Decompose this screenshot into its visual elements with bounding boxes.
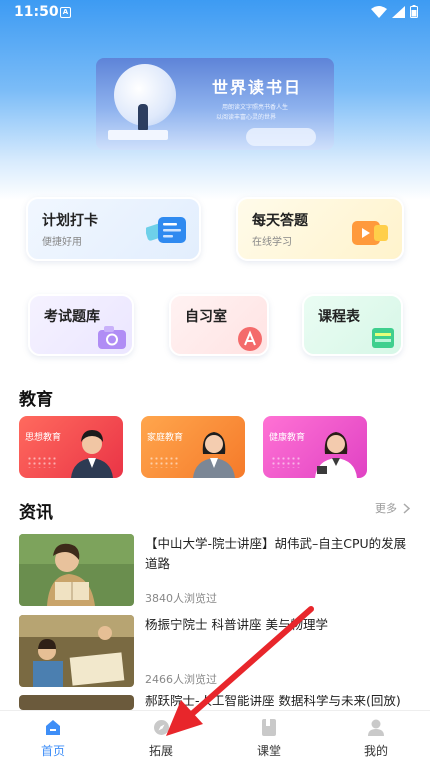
education-card-label: 健康教育 xyxy=(269,433,306,443)
reader-illustration xyxy=(138,104,148,130)
plan-checkin-card[interactable]: 计划打卡 便捷好用 xyxy=(26,197,201,261)
user-icon xyxy=(368,719,384,736)
camera-card-icon xyxy=(98,326,126,349)
news-view-count: 2466人浏览过 xyxy=(145,673,217,686)
video-card-icon xyxy=(352,221,388,245)
daily-quiz-subtitle: 在线学习 xyxy=(252,237,292,248)
nav-home[interactable]: 首页 xyxy=(23,719,83,759)
nav-classroom-label: 课堂 xyxy=(256,744,281,758)
news-title: 【中山大学-院士讲座】胡伟武–自主CPU的发展道路 xyxy=(145,536,407,571)
nav-home-label: 首页 xyxy=(40,744,65,758)
daily-quiz-card[interactable]: 每天答题 在线学习 xyxy=(236,197,404,261)
plan-checkin-title: 计划打卡 xyxy=(42,213,98,229)
dot-pattern xyxy=(271,456,301,468)
exam-bank-title: 考试题库 xyxy=(44,309,100,325)
daily-quiz-title: 每天答题 xyxy=(252,213,308,229)
notification-a-icon: A xyxy=(60,7,71,18)
news-view-count: 3840人浏览过 xyxy=(145,592,217,605)
status-time: 11:50 xyxy=(14,4,59,20)
study-room-card[interactable]: 自习室 xyxy=(169,294,269,356)
news-thumbnail xyxy=(19,695,134,710)
banner-subtitle-2: 以阅读丰富心灵的世界 xyxy=(216,114,277,121)
more-label: 更多 xyxy=(375,502,397,515)
wifi-icon xyxy=(371,5,387,18)
news-item[interactable]: 杨振宁院士 科普讲座 美与物理学 2466人浏览过 xyxy=(19,615,411,691)
timetable-card[interactable]: 课程表 xyxy=(302,294,403,356)
calendar-card-icon xyxy=(146,217,186,243)
dot-pattern xyxy=(27,456,57,468)
book-icon xyxy=(262,719,276,736)
plan-checkin-subtitle: 便捷好用 xyxy=(42,237,82,248)
education-section-title: 教育 xyxy=(19,390,53,410)
nav-explore-label: 拓展 xyxy=(148,744,173,758)
promo-banner[interactable]: 世界读书日 用朗读文字照亮书香人生 以阅读丰富心灵的世界 xyxy=(96,58,334,150)
news-item[interactable]: 郝跃院士-人工智能讲座 数据科学与未来(回放) xyxy=(19,695,411,710)
education-card-health[interactable]: 健康教育 xyxy=(263,416,367,478)
teacher-portrait xyxy=(71,430,113,478)
timetable-card-icon xyxy=(372,328,394,348)
compass-icon xyxy=(153,720,169,735)
exam-bank-card[interactable]: 考试题库 xyxy=(28,294,134,356)
battery-icon xyxy=(410,5,418,18)
teacher-portrait xyxy=(193,432,235,478)
news-thumbnail xyxy=(19,615,134,687)
timetable-title: 课程表 xyxy=(318,309,360,325)
study-room-title: 自习室 xyxy=(185,309,227,325)
nav-classroom[interactable]: 课堂 xyxy=(239,719,299,759)
bottom-navigation: 首页 拓展 课堂 我的 xyxy=(0,710,430,766)
books-illustration xyxy=(108,130,168,140)
dot-pattern xyxy=(149,456,179,468)
news-section-title: 资讯 xyxy=(19,503,53,523)
nav-profile[interactable]: 我的 xyxy=(346,719,406,759)
news-item[interactable]: 【中山大学-院士讲座】胡伟武–自主CPU的发展道路 3840人浏览过 xyxy=(19,534,411,610)
chevron-right-icon xyxy=(403,502,410,514)
education-card-label: 思想教育 xyxy=(25,433,62,443)
cloud-illustration xyxy=(246,128,316,146)
education-card-label: 家庭教育 xyxy=(147,433,184,443)
news-title: 郝跃院士-人工智能讲座 数据科学与未来(回放) xyxy=(145,695,401,708)
news-more-link[interactable]: 更多 xyxy=(375,500,410,516)
signal-icon xyxy=(392,5,405,18)
status-icons xyxy=(371,5,418,18)
home-icon xyxy=(46,720,60,735)
letter-a-card-icon xyxy=(238,327,262,351)
nav-profile-label: 我的 xyxy=(363,744,388,758)
education-card-family[interactable]: 家庭教育 xyxy=(141,416,245,478)
banner-subtitle-1: 用朗读文字照亮书香人生 xyxy=(222,104,289,111)
status-bar: 11:50 A xyxy=(0,0,430,26)
teacher-portrait xyxy=(315,432,357,478)
banner-title: 世界读书日 xyxy=(212,78,303,97)
education-card-ideology[interactable]: 思想教育 xyxy=(19,416,123,478)
nav-explore[interactable]: 拓展 xyxy=(131,719,191,759)
news-title: 杨振宁院士 科普讲座 美与物理学 xyxy=(145,617,328,632)
news-thumbnail xyxy=(19,534,134,606)
